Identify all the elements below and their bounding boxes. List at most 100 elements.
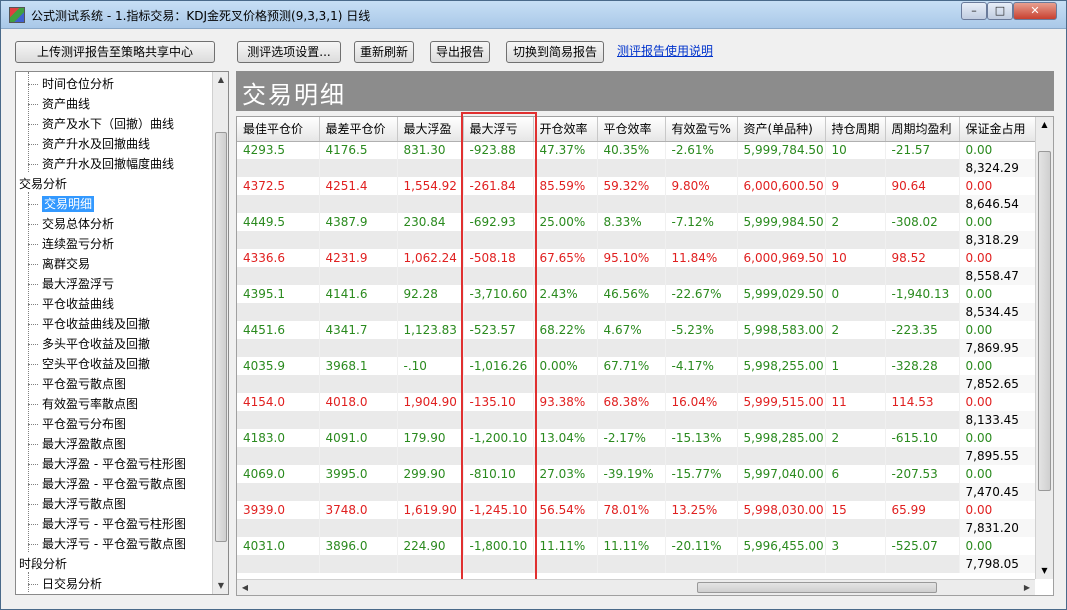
table-cell: [597, 375, 666, 393]
tree-item[interactable]: 资产及水下（回撤）曲线: [27, 114, 174, 134]
table-row[interactable]: 4395.1 4141.6 92.28 -3,710.60 2.43% 46.56% -22…: [237, 285, 1038, 303]
options-button[interactable]: 测评选项设置...: [237, 41, 341, 63]
table-row[interactable]: 4372.5 4251.4 1,554.92 -261.84 85.59% 59.32% 9…: [237, 177, 1038, 195]
table-cell: [665, 411, 738, 429]
table-cell: [319, 375, 398, 393]
maximize-button[interactable]: □: [987, 2, 1013, 20]
tree-scrollbar[interactable]: ▲ ▼: [212, 72, 228, 594]
tree-item[interactable]: 离群交易: [27, 254, 90, 274]
table-cell: -1,940.13: [885, 285, 960, 303]
table-cell: 93.38%: [533, 393, 598, 411]
tree-item[interactable]: 多头平仓收益及回撤: [27, 334, 150, 354]
table-row[interactable]: 4035.9 3968.1 -.10 -1,016.26 0.00% 67.71% -4.1…: [237, 357, 1038, 375]
tree-item[interactable]: 最大浮盈 - 平仓盈亏柱形图: [28, 454, 186, 474]
table-row[interactable]: 4031.0 3896.0 224.90 -1,800.10 11.11% 11.11% -…: [237, 537, 1038, 555]
tree-item[interactable]: 平仓盈亏散点图: [27, 374, 126, 394]
tree-item[interactable]: 交易明细: [27, 194, 95, 214]
table-cell: [237, 483, 320, 501]
grid-hscroll-thumb[interactable]: [697, 582, 937, 593]
tree-item[interactable]: 连续盈亏分析: [27, 234, 114, 254]
table-cell: 11.84%: [665, 249, 738, 267]
tree-item[interactable]: 最大浮盈浮亏: [27, 274, 114, 294]
column-header[interactable]: 周期均盈利: [885, 117, 960, 142]
tree-item[interactable]: 最大浮亏散点图: [27, 494, 126, 514]
column-header[interactable]: 开仓效率: [533, 117, 598, 142]
tree-item-label: 日交易分析: [42, 577, 103, 591]
table-cell: 11: [825, 393, 886, 411]
table-cell: [737, 195, 826, 213]
tree-item[interactable]: 平仓盈亏分布图: [27, 414, 126, 434]
tree-item[interactable]: 有效盈亏率散点图: [27, 394, 138, 414]
export-button[interactable]: 导出报告: [430, 41, 490, 63]
table-row[interactable]: 4293.5 4176.5 831.30 -923.88 47.37% 40.35% -2.…: [237, 141, 1038, 159]
table-row[interactable]: 4451.6 4341.7 1,123.83 -523.57 68.22% 4.67% -5…: [237, 321, 1038, 339]
column-header[interactable]: 资产(单品种): [737, 117, 826, 142]
table-row[interactable]: 4336.6 4231.9 1,062.24 -508.18 67.65% 95.10% 1…: [237, 249, 1038, 267]
column-header[interactable]: 最差平仓价: [319, 117, 398, 142]
tree-item[interactable]: 最大浮亏 - 平仓盈亏柱形图: [28, 514, 186, 534]
column-header[interactable]: 最大浮亏: [463, 117, 534, 142]
grid-scroll-up-icon[interactable]: ▲: [1036, 117, 1053, 133]
table-row[interactable]: 4449.5 4387.9 230.84 -692.93 25.00% 8.33% -7.1…: [237, 213, 1038, 231]
help-link[interactable]: 测评报告使用说明: [617, 42, 713, 59]
close-button[interactable]: ✕: [1013, 2, 1057, 20]
table-cell: [237, 267, 320, 285]
grid-scroll-down-icon[interactable]: ▼: [1036, 563, 1053, 579]
tree-item[interactable]: 资产升水及回撤曲线: [27, 134, 151, 154]
table-cell: -508.18: [463, 249, 534, 267]
tree-item-label: 资产升水及回撤曲线: [42, 137, 151, 151]
table-cell: [237, 411, 320, 429]
table-cell: [237, 375, 320, 393]
column-header[interactable]: 保证金占用: [959, 117, 1038, 142]
table-row[interactable]: 4183.0 4091.0 179.90 -1,200.10 13.04% -2.17% -…: [237, 429, 1038, 447]
table-row[interactable]: 4069.0 3995.0 299.90 -810.10 27.03% -39.19% -1…: [237, 465, 1038, 483]
column-header[interactable]: 最佳平仓价: [237, 117, 320, 142]
column-header[interactable]: 最大浮盈: [397, 117, 464, 142]
tree-item[interactable]: 时段分析: [19, 554, 67, 574]
table-cell: 3: [825, 537, 886, 555]
refresh-button[interactable]: 重新刷新: [354, 41, 414, 63]
tree-item[interactable]: 交易总体分析: [27, 214, 114, 234]
table-cell: [737, 303, 826, 321]
tree-item[interactable]: 平仓收益曲线及回撤: [27, 314, 150, 334]
column-header[interactable]: 有效盈亏%: [665, 117, 738, 142]
tree-item[interactable]: 时间仓位分析: [27, 74, 114, 94]
switch-simple-report-button[interactable]: 切换到简易报告: [506, 41, 604, 63]
table-cell: [825, 519, 886, 537]
tree-item[interactable]: 最大浮盈 - 平仓盈亏散点图: [28, 474, 186, 494]
table-cell: [825, 339, 886, 357]
grid-scroll-right-icon[interactable]: ▶: [1019, 580, 1035, 596]
table-row[interactable]: 4154.0 4018.0 1,904.90 -135.10 93.38% 68.38% 1…: [237, 393, 1038, 411]
table-cell: [885, 555, 960, 573]
table-row[interactable]: 3939.0 3748.0 1,619.90 -1,245.10 56.54% 78.01…: [237, 501, 1038, 519]
scroll-up-icon[interactable]: ▲: [213, 72, 228, 88]
tree-item[interactable]: 空头平仓收益及回撤: [27, 354, 150, 374]
grid-scroll-left-icon[interactable]: ◀: [237, 580, 253, 596]
grid-vertical-scrollbar[interactable]: ▲ ▼: [1035, 117, 1053, 579]
table-cell: [463, 231, 534, 249]
table-cell: [397, 267, 464, 285]
tree-item[interactable]: 最大浮亏 - 平仓盈亏散点图: [28, 534, 186, 554]
tree-item[interactable]: 资产升水及回撤幅度曲线: [27, 154, 174, 174]
table-cell: 95.10%: [597, 249, 666, 267]
minimize-button[interactable]: –: [961, 2, 987, 20]
tree-item[interactable]: 资产曲线: [27, 94, 90, 114]
upload-report-button[interactable]: 上传测评报告至策略共享中心: [15, 41, 215, 63]
grid-scroll-thumb[interactable]: [1038, 151, 1051, 491]
tree-item[interactable]: 交易分析: [19, 174, 67, 194]
scroll-thumb[interactable]: [215, 132, 227, 542]
tree-item[interactable]: 最大浮盈散点图: [27, 434, 126, 454]
table-cell: 831.30: [397, 141, 464, 159]
tree-item[interactable]: 日交易分析: [27, 574, 103, 594]
title-bar[interactable]: 公式测试系统 - 1.指标交易：KDJ金死叉价格预测(9,3,3,1) 日线 –…: [1, 1, 1066, 29]
tree-item[interactable]: 平仓收益曲线: [27, 294, 114, 314]
scroll-down-icon[interactable]: ▼: [213, 578, 228, 594]
column-header[interactable]: 持仓周期: [825, 117, 886, 142]
table-cell: 2: [825, 213, 886, 231]
table-cell: 5,999,029.50: [737, 285, 826, 303]
table-cell: 230.84: [397, 213, 464, 231]
balance-cell: 8,646.54: [959, 195, 1038, 213]
table-cell: [737, 159, 826, 177]
column-header[interactable]: 平仓效率: [597, 117, 666, 142]
grid-horizontal-scrollbar[interactable]: ◀ ▶: [237, 579, 1035, 595]
